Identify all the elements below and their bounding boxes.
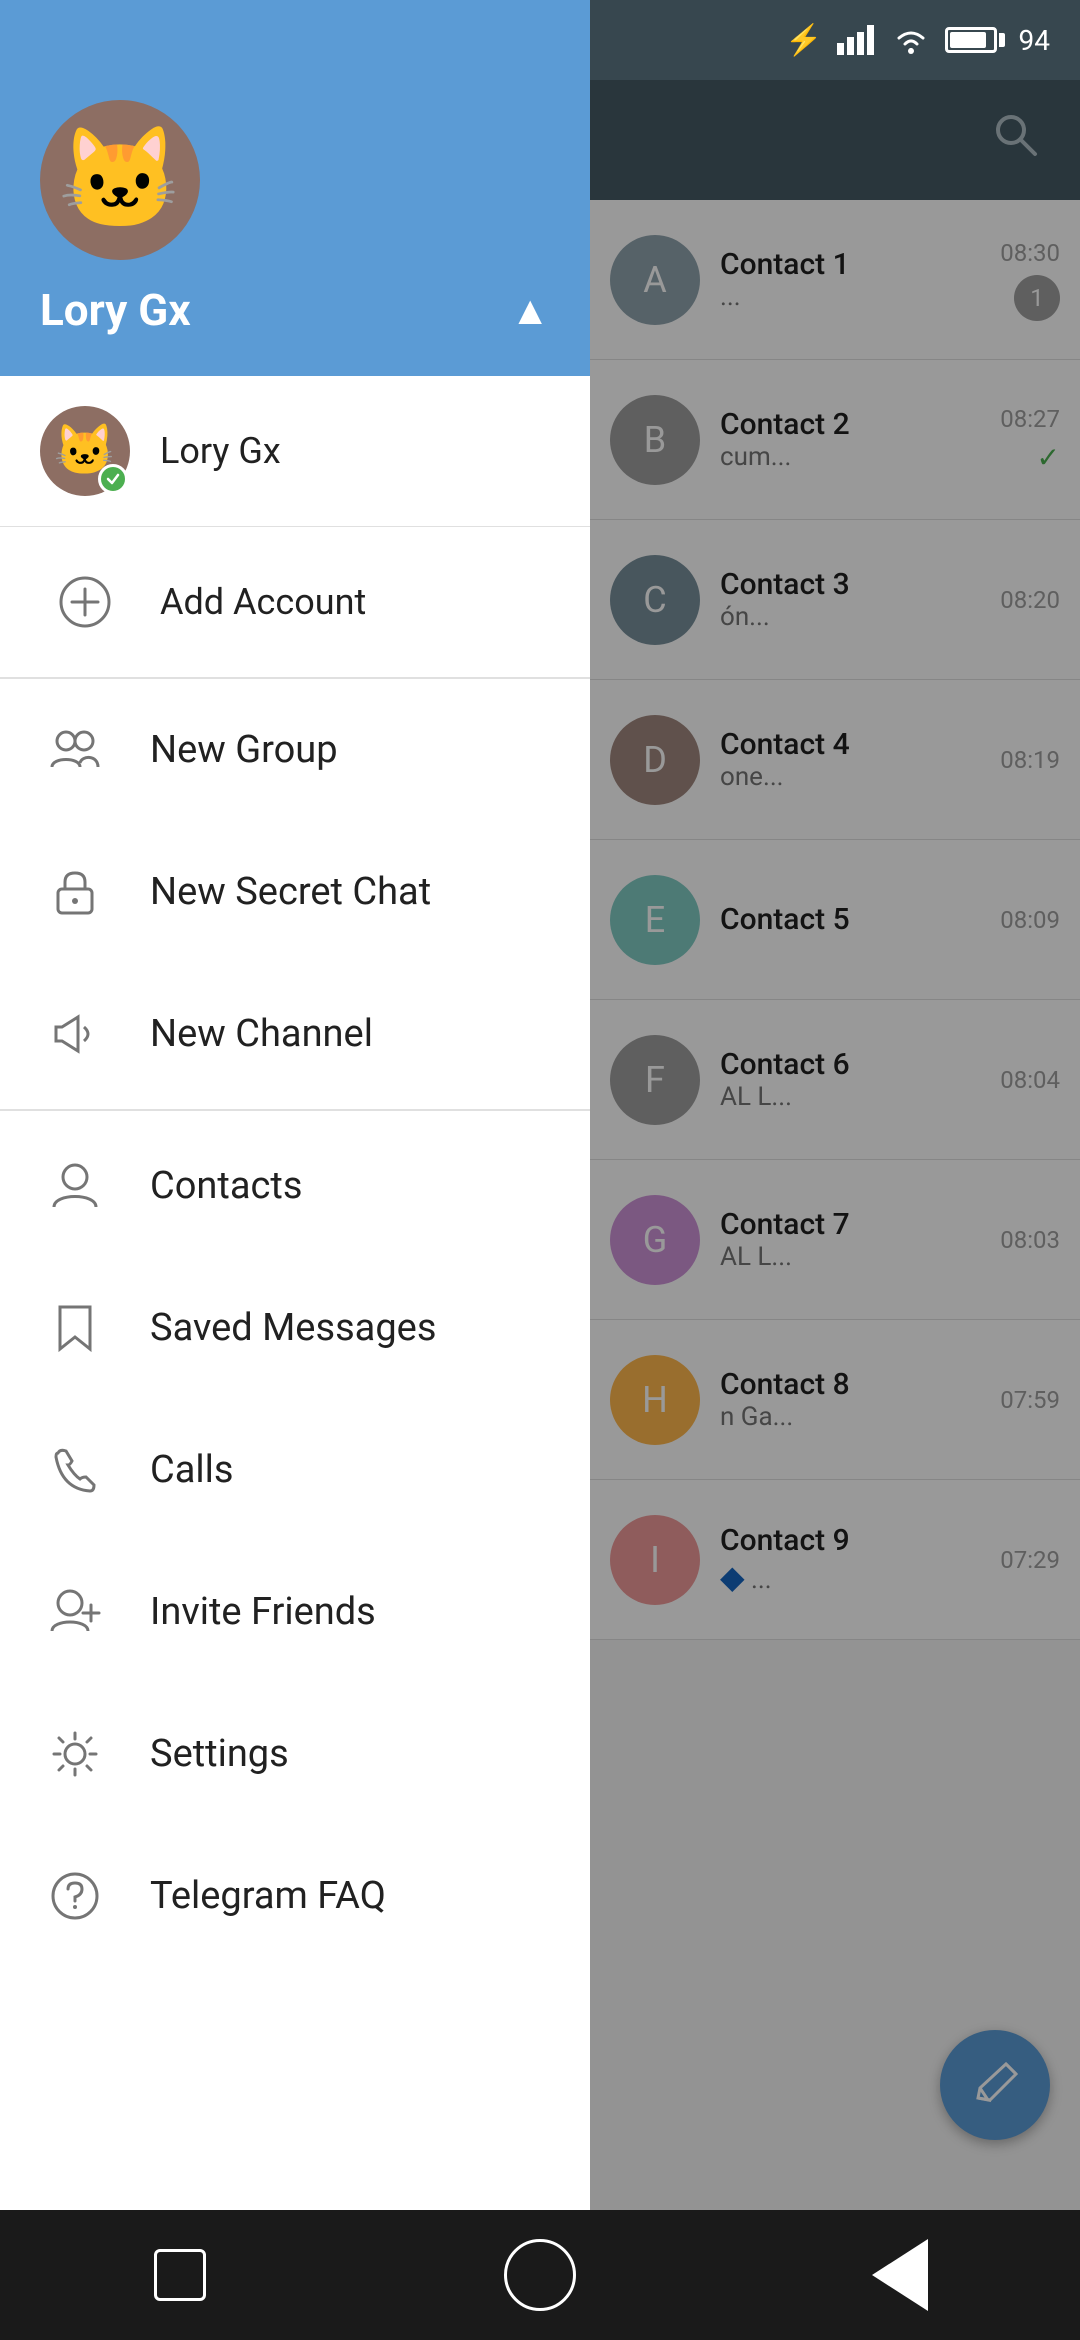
add-account-icon xyxy=(40,557,130,647)
square-nav-icon xyxy=(154,2249,206,2301)
phone-icon xyxy=(40,1435,110,1505)
home-button[interactable] xyxy=(500,2235,580,2315)
megaphone-icon xyxy=(40,999,110,1069)
menu-label-invite-friends: Invite Friends xyxy=(150,1590,376,1634)
menu-item-faq[interactable]: Telegram FAQ xyxy=(0,1825,590,1967)
menu-label-new-channel: New Channel xyxy=(150,1012,373,1056)
menu-label-faq: Telegram FAQ xyxy=(150,1874,386,1918)
help-icon xyxy=(40,1861,110,1931)
profile-username[interactable]: Lory Gx ▲ xyxy=(40,284,550,336)
menu-item-new-secret-chat[interactable]: New Secret Chat xyxy=(0,821,590,963)
menu-label-new-group: New Group xyxy=(150,728,338,772)
bluetooth-icon: ⚡ xyxy=(785,23,822,58)
menu-item-calls[interactable]: Calls xyxy=(0,1399,590,1541)
gear-icon xyxy=(40,1719,110,1789)
wifi-icon xyxy=(891,25,931,55)
person-add-icon xyxy=(40,1577,110,1647)
menu-item-new-group[interactable]: New Group xyxy=(0,679,590,821)
status-bar-right: ⚡ 94 xyxy=(785,23,1050,58)
add-account-row[interactable]: Add Account xyxy=(0,527,590,679)
online-status-badge xyxy=(98,464,128,494)
recent-button[interactable] xyxy=(860,2235,940,2315)
bookmark-icon xyxy=(40,1293,110,1363)
circle-nav-icon xyxy=(504,2239,576,2311)
menu-label-new-secret-chat: New Secret Chat xyxy=(150,870,431,914)
menu-item-saved-messages[interactable]: Saved Messages xyxy=(0,1257,590,1399)
navigation-drawer: 🐱 Lory Gx ▲ 🐱 Lory Gx Add Account xyxy=(0,0,590,2340)
profile-avatar[interactable]: 🐱 xyxy=(40,100,200,260)
battery-percentage: 94 xyxy=(1019,24,1050,57)
menu-item-contacts[interactable]: Contacts xyxy=(0,1115,590,1257)
person-icon xyxy=(40,1151,110,1221)
navigation-bar xyxy=(0,2210,1080,2340)
account-name: Lory Gx xyxy=(160,430,281,472)
menu-item-invite-friends[interactable]: Invite Friends xyxy=(0,1541,590,1683)
menu-item-settings[interactable]: Settings xyxy=(0,1683,590,1825)
menu-divider xyxy=(0,1109,590,1111)
group-icon xyxy=(40,715,110,785)
battery-icon xyxy=(945,27,1005,53)
account-avatar: 🐱 xyxy=(40,406,130,496)
expand-accounts-icon[interactable]: ▲ xyxy=(510,287,550,334)
signal-bars-icon xyxy=(837,25,877,55)
drawer-overlay[interactable] xyxy=(590,0,1080,2340)
triangle-nav-icon xyxy=(872,2239,928,2311)
menu-label-saved-messages: Saved Messages xyxy=(150,1306,436,1350)
account-row[interactable]: 🐱 Lory Gx xyxy=(0,376,590,527)
drawer-header: 🐱 Lory Gx ▲ xyxy=(0,0,590,376)
back-button[interactable] xyxy=(140,2235,220,2315)
menu-item-new-channel[interactable]: New Channel xyxy=(0,963,590,1105)
menu-label-contacts: Contacts xyxy=(150,1164,302,1208)
menu-label-settings: Settings xyxy=(150,1732,289,1776)
lock-icon xyxy=(40,857,110,927)
add-account-label: Add Account xyxy=(160,581,366,623)
menu-label-calls: Calls xyxy=(150,1448,234,1492)
